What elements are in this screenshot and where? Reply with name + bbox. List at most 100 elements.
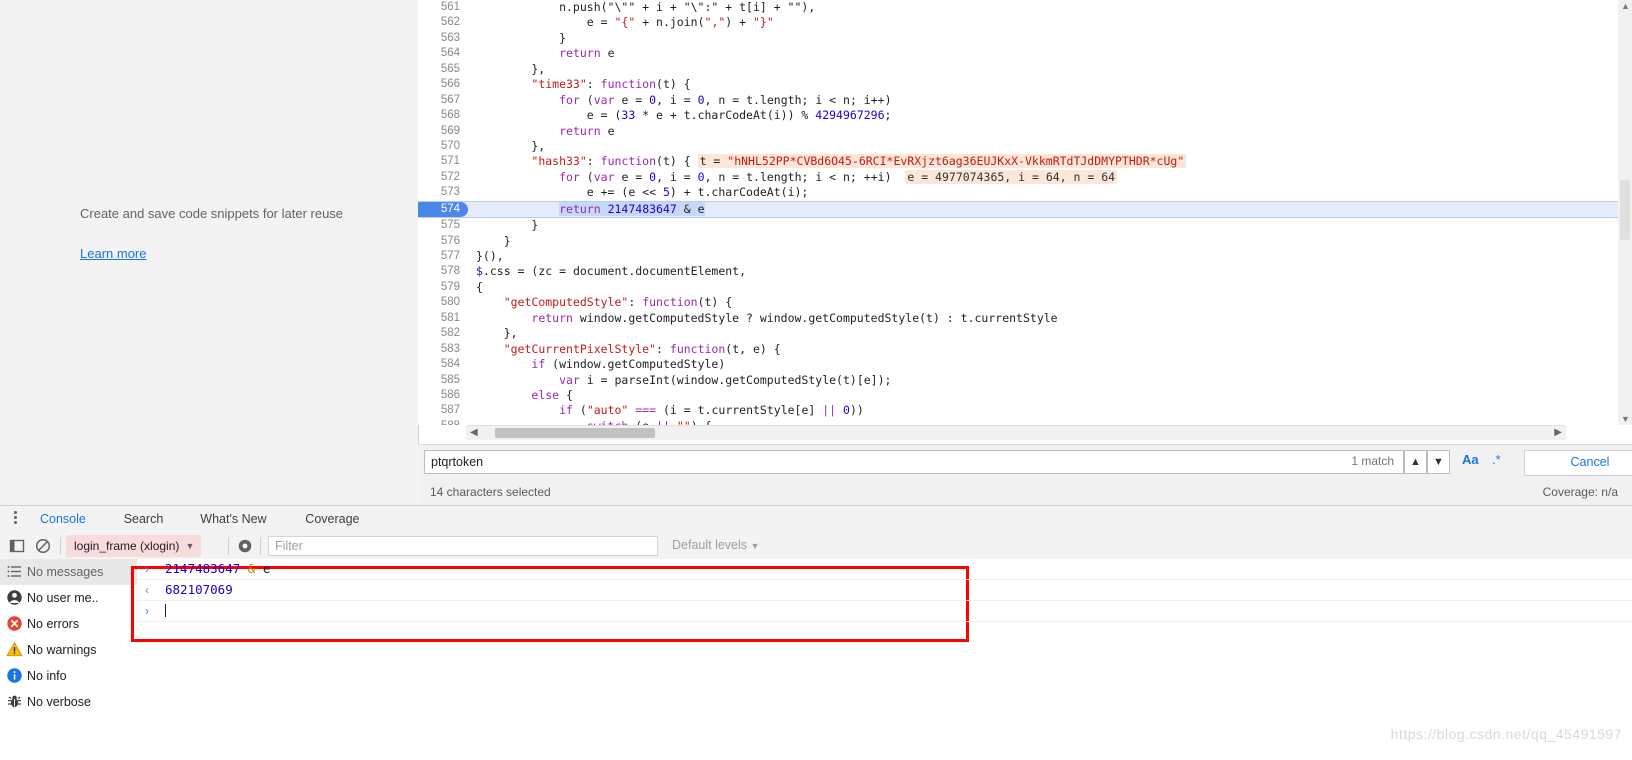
code-token: e [600, 46, 615, 61]
editor-vertical-scrollbar[interactable]: ▲ ▼ [1618, 0, 1632, 425]
line-number[interactable]: 565 [418, 61, 468, 78]
code-line[interactable]: 587 if ("auto" === (i = t.currentStyle[e… [418, 403, 1632, 419]
code-line[interactable]: 566 "time33": function(t) { [418, 77, 1632, 93]
find-next-button[interactable]: ▼ [1427, 450, 1450, 474]
code-token: "getCurrentPixelStyle" [503, 341, 657, 356]
console-sidebar-item-0[interactable]: No messages [0, 559, 137, 585]
console-input-caret[interactable] [165, 604, 166, 617]
scroll-down-icon[interactable]: ▼ [1621, 414, 1630, 424]
code-line[interactable]: 575 } [418, 218, 1632, 234]
line-number[interactable]: 562 [418, 15, 468, 31]
code-line[interactable]: 574 return 2147483647 & e [418, 200, 1632, 219]
find-input[interactable] [424, 450, 1404, 474]
line-number[interactable]: 585 [418, 372, 468, 388]
code-token: i = parseInt(window.getComputedStyle(t)[… [579, 372, 892, 387]
console-line[interactable]: › [137, 601, 1632, 622]
line-number[interactable]: 576 [418, 233, 468, 250]
line-number[interactable]: 588 [418, 418, 468, 425]
code-line[interactable]: 567 for (var e = 0, i = 0, n = t.length;… [418, 92, 1632, 109]
console-sidebar-item-3[interactable]: No warnings [0, 637, 137, 663]
line-number[interactable]: 573 [418, 185, 468, 201]
code-editor[interactable]: 561 n.push("\"" + i + "\":" + t[i] + "")… [418, 0, 1632, 425]
line-number[interactable]: 587 [418, 403, 468, 419]
line-number[interactable]: 567 [418, 92, 468, 109]
console-sidebar-item-2[interactable]: No errors [0, 611, 137, 637]
console-sidebar-item-1[interactable]: No user me.. [0, 585, 137, 611]
line-number[interactable]: 569 [418, 123, 468, 139]
line-number[interactable]: 564 [418, 46, 468, 62]
line-number[interactable]: 574 [418, 201, 468, 218]
code-line[interactable]: 576 } [418, 233, 1632, 250]
code-line[interactable]: 584 if (window.getComputedStyle) [418, 357, 1632, 373]
line-number[interactable]: 575 [418, 218, 468, 234]
find-cancel-button[interactable]: Cancel [1524, 450, 1632, 476]
scroll-left-icon[interactable]: ◀ [470, 427, 478, 438]
match-case-icon[interactable]: Aa [1462, 452, 1479, 467]
line-number[interactable]: 580 [418, 295, 468, 311]
tab-search[interactable]: Search [114, 506, 174, 533]
line-number[interactable]: 568 [418, 108, 468, 124]
code-line[interactable]: 562 e = "{" + n.join(",") + "}" [418, 15, 1632, 31]
line-number[interactable]: 572 [418, 169, 468, 186]
code-line[interactable]: 582 }, [418, 326, 1632, 342]
console-sidebar-item-5[interactable]: No verbose [0, 689, 137, 715]
code-line[interactable]: 570 }, [418, 138, 1632, 155]
tab-coverage[interactable]: Coverage [295, 506, 369, 533]
code-token: e = [614, 169, 650, 184]
snippets-learn-more-link[interactable]: Learn more [80, 246, 146, 261]
code-line[interactable]: 581 return window.getComputedStyle ? win… [418, 310, 1632, 327]
regex-icon[interactable]: .* [1492, 452, 1501, 467]
vertical-scroll-thumb[interactable] [1620, 180, 1630, 240]
tab-console[interactable]: Console [30, 506, 96, 535]
line-number[interactable]: 578 [418, 264, 468, 280]
code-token: 4294967296 [815, 108, 885, 123]
code-line[interactable]: 568 e = (33 * e + t.charCodeAt(i)) % 429… [418, 108, 1632, 124]
find-previous-button[interactable]: ▲ [1404, 450, 1427, 474]
line-number[interactable]: 583 [418, 341, 468, 358]
line-number[interactable]: 570 [418, 138, 468, 155]
code-line[interactable]: 571 "hash33": function(t) { t = "hNHL52P… [418, 154, 1632, 170]
code-line[interactable]: 572 for (var e = 0, i = 0, n = t.length;… [418, 169, 1632, 186]
live-expression-eye-icon[interactable] [236, 537, 254, 555]
line-number[interactable]: 582 [418, 326, 468, 342]
line-number[interactable]: 563 [418, 30, 468, 47]
code-line[interactable]: 564 return e [418, 46, 1632, 62]
more-options-icon[interactable] [8, 511, 22, 529]
line-number[interactable]: 586 [418, 387, 468, 404]
code-line[interactable]: 578 $.css = (zc = document.documentElemen… [418, 264, 1632, 280]
console-filter-input[interactable]: Filter [268, 536, 658, 556]
line-number[interactable]: 571 [418, 154, 468, 170]
clear-console-icon[interactable] [34, 537, 52, 555]
tab-what-s-new[interactable]: What's New [190, 506, 276, 533]
code-line[interactable]: 580 "getComputedStyle": function(t) { [418, 295, 1632, 311]
chevron-down-icon: ▼ [750, 541, 760, 551]
code-line[interactable]: 577}(), [418, 249, 1632, 265]
line-number[interactable]: 561 [418, 0, 468, 16]
code-line[interactable]: 586 else { [418, 387, 1632, 404]
code-line[interactable]: 561 n.push("\"" + i + "\":" + t[i] + "")… [418, 0, 1632, 16]
code-line[interactable]: 569 return e [418, 123, 1632, 139]
code-line[interactable]: 563 } [418, 30, 1632, 47]
code-line[interactable]: 573 e += (e << 5) + t.charCodeAt(i); [418, 185, 1632, 201]
log-levels-select[interactable]: Default levels ▼ [672, 538, 759, 552]
line-number[interactable]: 577 [418, 249, 468, 265]
code-line[interactable]: 585 var i = parseInt(window.getComputedS… [418, 372, 1632, 388]
code-line[interactable]: 579 { [418, 279, 1632, 296]
scroll-up-icon[interactable]: ▲ [1621, 1, 1630, 11]
code-line[interactable]: 565 }, [418, 61, 1632, 78]
line-number[interactable]: 584 [418, 357, 468, 373]
line-number[interactable]: 581 [418, 310, 468, 327]
console-sidebar-item-4[interactable]: No info [0, 663, 137, 689]
sidebar-toggle-icon[interactable] [8, 537, 26, 555]
line-number[interactable]: 579 [418, 279, 468, 296]
code-token: 0 [697, 169, 705, 184]
code-line[interactable]: 583 "getCurrentPixelStyle": function(t, … [418, 341, 1632, 358]
result-arrow-icon: ‹ [145, 583, 149, 597]
horizontal-scroll-thumb[interactable] [495, 428, 655, 438]
scroll-right-icon[interactable]: ▶ [1554, 427, 1562, 438]
line-number[interactable]: 566 [418, 77, 468, 93]
editor-horizontal-scrollbar[interactable]: ◀ ▶ [466, 425, 1566, 440]
execution-context-select[interactable]: login_frame (xlogin) ▼ [66, 535, 202, 557]
code-token: (window.getComputedStyle) [545, 357, 726, 372]
code-token: e += (e << [476, 185, 663, 200]
